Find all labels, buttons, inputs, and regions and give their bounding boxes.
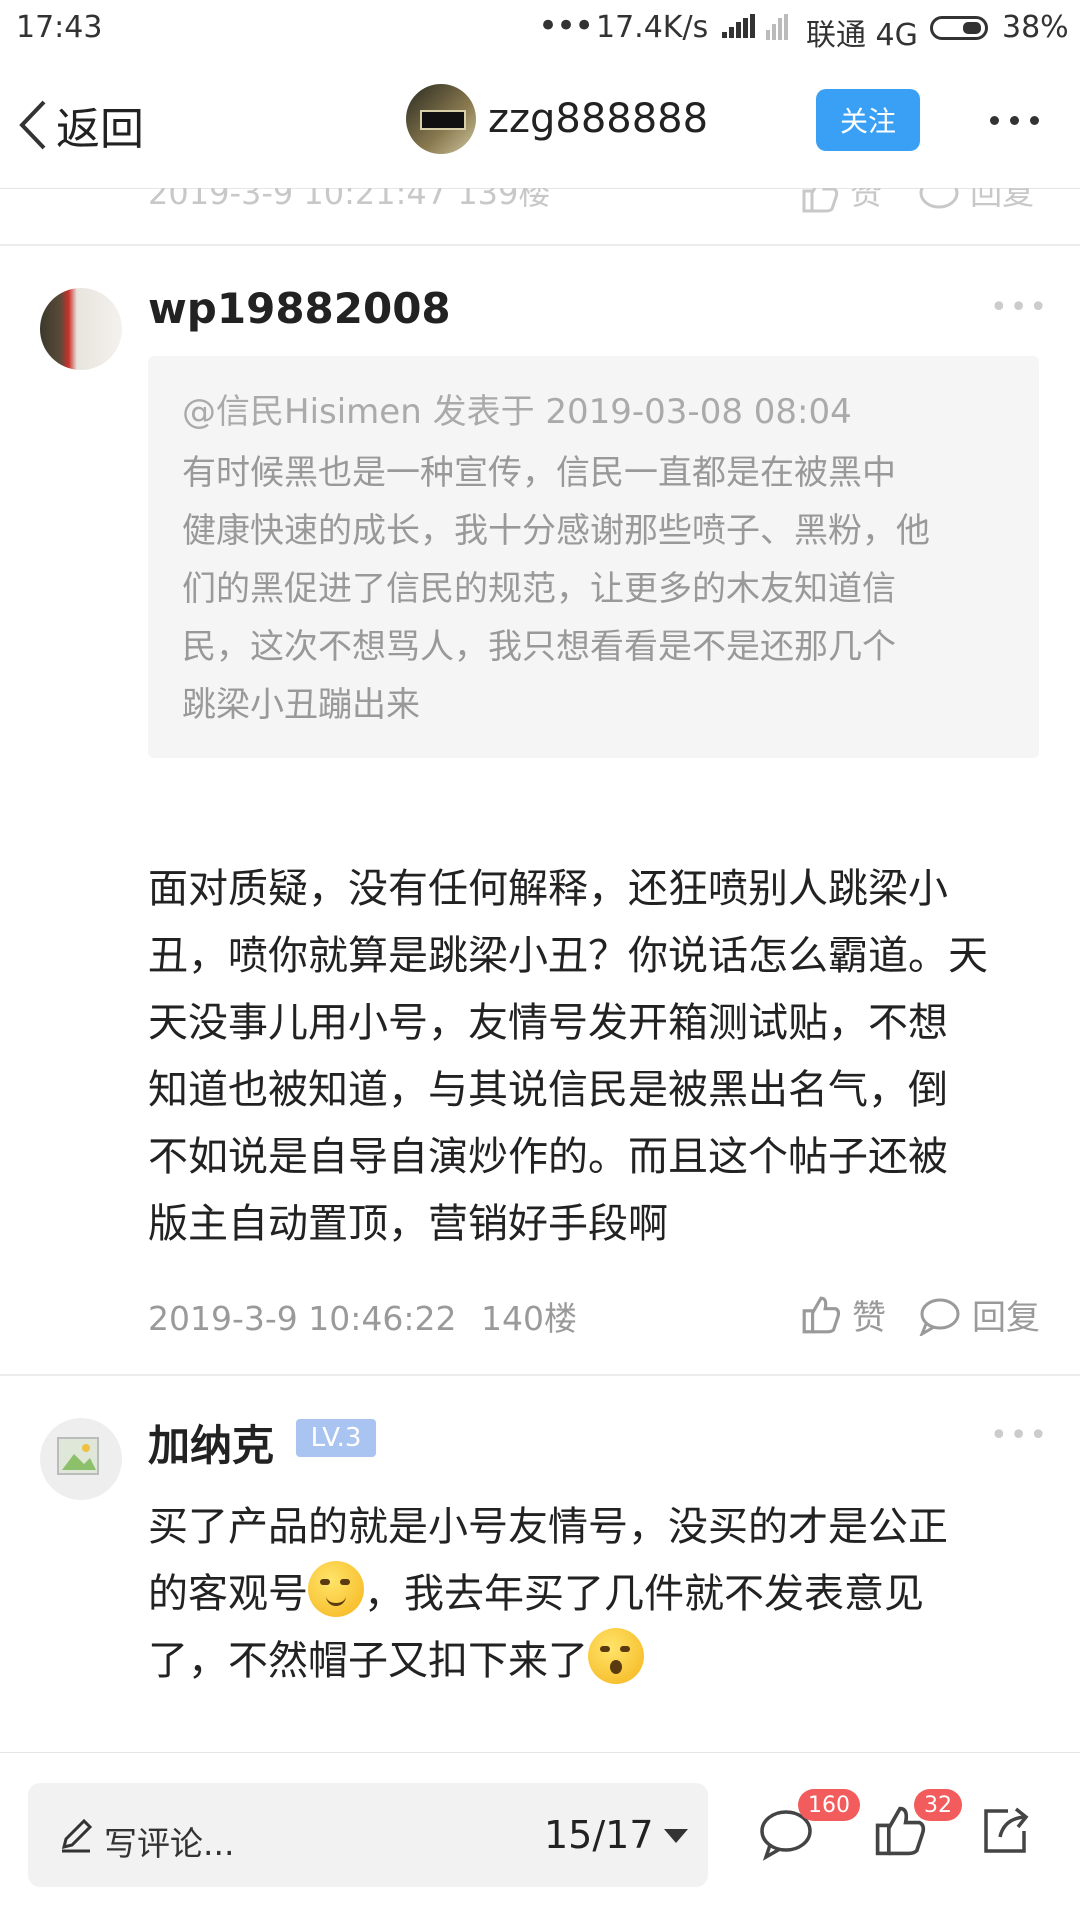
comment-line: 买了产品的就是小号友情号，没买的才是公正 bbox=[148, 1504, 948, 1550]
quote-line: 有时候黑也是一种宣传，信民一直都是在被黑中 bbox=[182, 453, 896, 493]
comment-line: 了，不然帽子又扣下来了 bbox=[148, 1628, 1048, 1695]
battery-percent: 38% bbox=[1002, 10, 1069, 45]
broken-image-icon bbox=[57, 1437, 99, 1475]
signal-icon bbox=[722, 14, 756, 38]
previous-reply-label: 回复 bbox=[970, 188, 1035, 212]
commenter-avatar[interactable] bbox=[40, 1418, 122, 1500]
follow-button[interactable]: 关注 bbox=[816, 89, 920, 151]
back-button[interactable]: 返回 bbox=[16, 90, 144, 160]
comment-text: 了，不然帽子又扣下来了 bbox=[148, 1638, 588, 1684]
page-indicator[interactable]: 15/17 bbox=[544, 1813, 654, 1857]
quote-line: 们的黑促进了信民的规范，让更多的木友知道信 bbox=[182, 569, 896, 609]
like-count-badge: 32 bbox=[914, 1789, 962, 1821]
network-speed: 17.4K/s bbox=[596, 10, 709, 45]
shocked-emoji-icon bbox=[588, 1628, 644, 1684]
reply-label: 回复 bbox=[972, 1298, 1040, 1338]
comment-count-badge: 160 bbox=[798, 1789, 860, 1821]
pencil-icon bbox=[61, 1818, 93, 1853]
comment-bubble-icon bbox=[919, 1298, 960, 1336]
author-username[interactable]: zzg888888 bbox=[488, 96, 708, 142]
like-label: 赞 bbox=[852, 1298, 886, 1338]
comment-text: ，我去年买了几件就不发表意见 bbox=[364, 1571, 924, 1617]
bottom-bar: 写评论... 15/17 160 32 bbox=[0, 1752, 1080, 1921]
comment-more-icon[interactable]: ••• bbox=[990, 290, 1049, 325]
comment-placeholder: 写评论... bbox=[104, 1824, 235, 1863]
comment-line: 的客观号 ，我去年买了几件就不发表意见 bbox=[148, 1561, 1048, 1628]
smirk-emoji-icon bbox=[308, 1561, 364, 1617]
previous-like-button[interactable]: 赞 bbox=[800, 188, 882, 215]
chevron-left-icon bbox=[19, 100, 46, 150]
comment-date: 2019-3-9 10:46:22 bbox=[148, 1299, 457, 1338]
previous-like-label: 赞 bbox=[850, 188, 883, 212]
quote-line: 跳梁小丑蹦出来 bbox=[182, 685, 420, 725]
previous-comment-footer: 2019-3-9 10:21:47 139楼 赞 回复 bbox=[0, 188, 1080, 246]
comment-line: 知道也被知道，与其说信民是被黑出名气，倒 bbox=[148, 1067, 948, 1113]
author-avatar[interactable] bbox=[406, 84, 476, 154]
commenter-avatar[interactable] bbox=[40, 288, 122, 370]
quote-line: 健康快速的成长，我十分感谢那些喷子、黑粉，他 bbox=[182, 511, 930, 551]
comment-meta: 2019-3-9 10:46:22 140楼 bbox=[148, 1292, 577, 1340]
status-dots: ••• bbox=[538, 6, 594, 46]
comment-more-icon[interactable]: ••• bbox=[990, 1418, 1049, 1453]
commenter-username[interactable]: wp19882008 bbox=[148, 284, 451, 333]
quoted-post: @信民Hisimen 发表于 2019-03-08 08:04 有时候黑也是一种… bbox=[148, 356, 1039, 758]
divider bbox=[0, 1374, 1080, 1376]
back-label: 返回 bbox=[56, 104, 144, 155]
caret-down-icon[interactable] bbox=[664, 1829, 688, 1843]
comment-line: 天没事儿用小号，友情号发开箱测试贴，不想 bbox=[148, 1000, 948, 1046]
comment-body: 面对质疑，没有任何解释，还狂喷别人跳梁小 丑，喷你就算是跳梁小丑？你说话怎么霸道… bbox=[148, 856, 1048, 1258]
nav-bar: 返回 zzg888888 关注 bbox=[0, 60, 1080, 189]
comment-text: 的客观号 bbox=[148, 1571, 308, 1617]
comment-input[interactable]: 写评论... 15/17 bbox=[28, 1783, 708, 1887]
reply-button[interactable]: 回复 bbox=[918, 1290, 1040, 1339]
status-time: 17:43 bbox=[16, 10, 103, 45]
comment-bubble-icon bbox=[919, 188, 959, 209]
battery-icon bbox=[930, 16, 988, 40]
previous-comment-meta: 2019-3-9 10:21:47 139楼 bbox=[148, 188, 551, 212]
comment-line: 丑，喷你就算是跳梁小丑？你说话怎么霸道。天 bbox=[148, 933, 988, 979]
status-bar: 17:43 ••• 17.4K/s 联通 4G 38% bbox=[0, 0, 1080, 60]
signal-secondary-icon bbox=[766, 14, 788, 40]
comment-line: 面对质疑，没有任何解释，还狂喷别人跳梁小 bbox=[148, 866, 948, 912]
previous-reply-button[interactable]: 回复 bbox=[918, 188, 1034, 215]
comment-line: 版主自动置顶，营销好手段啊 bbox=[148, 1201, 668, 1247]
thumbs-up-icon bbox=[802, 188, 839, 213]
level-badge: LV.3 bbox=[296, 1419, 376, 1457]
more-options-icon[interactable] bbox=[988, 100, 1044, 140]
share-button[interactable] bbox=[978, 1803, 1034, 1859]
quote-body: 有时候黑也是一种宣传，信民一直都是在被黑中 健康快速的成长，我十分感谢那些喷子、… bbox=[182, 444, 1002, 734]
commenter-username[interactable]: 加纳克 bbox=[148, 1412, 274, 1473]
comment-floor: 140楼 bbox=[481, 1299, 577, 1338]
thumbs-up-icon bbox=[802, 1296, 841, 1333]
comment-line: 不如说是自导自演炒作的。而且这个帖子还被 bbox=[148, 1134, 948, 1180]
comment-body: 买了产品的就是小号友情号，没买的才是公正 的客观号 ，我去年买了几件就不发表意见 … bbox=[148, 1494, 1048, 1695]
quote-line: 民，这次不想骂人，我只想看看是不是还那几个 bbox=[182, 627, 896, 667]
share-icon bbox=[984, 1807, 1029, 1853]
like-button[interactable]: 赞 bbox=[800, 1290, 886, 1339]
carrier-label: 联通 4G bbox=[806, 18, 918, 53]
quote-header: @信民Hisimen 发表于 2019-03-08 08:04 bbox=[182, 392, 852, 432]
